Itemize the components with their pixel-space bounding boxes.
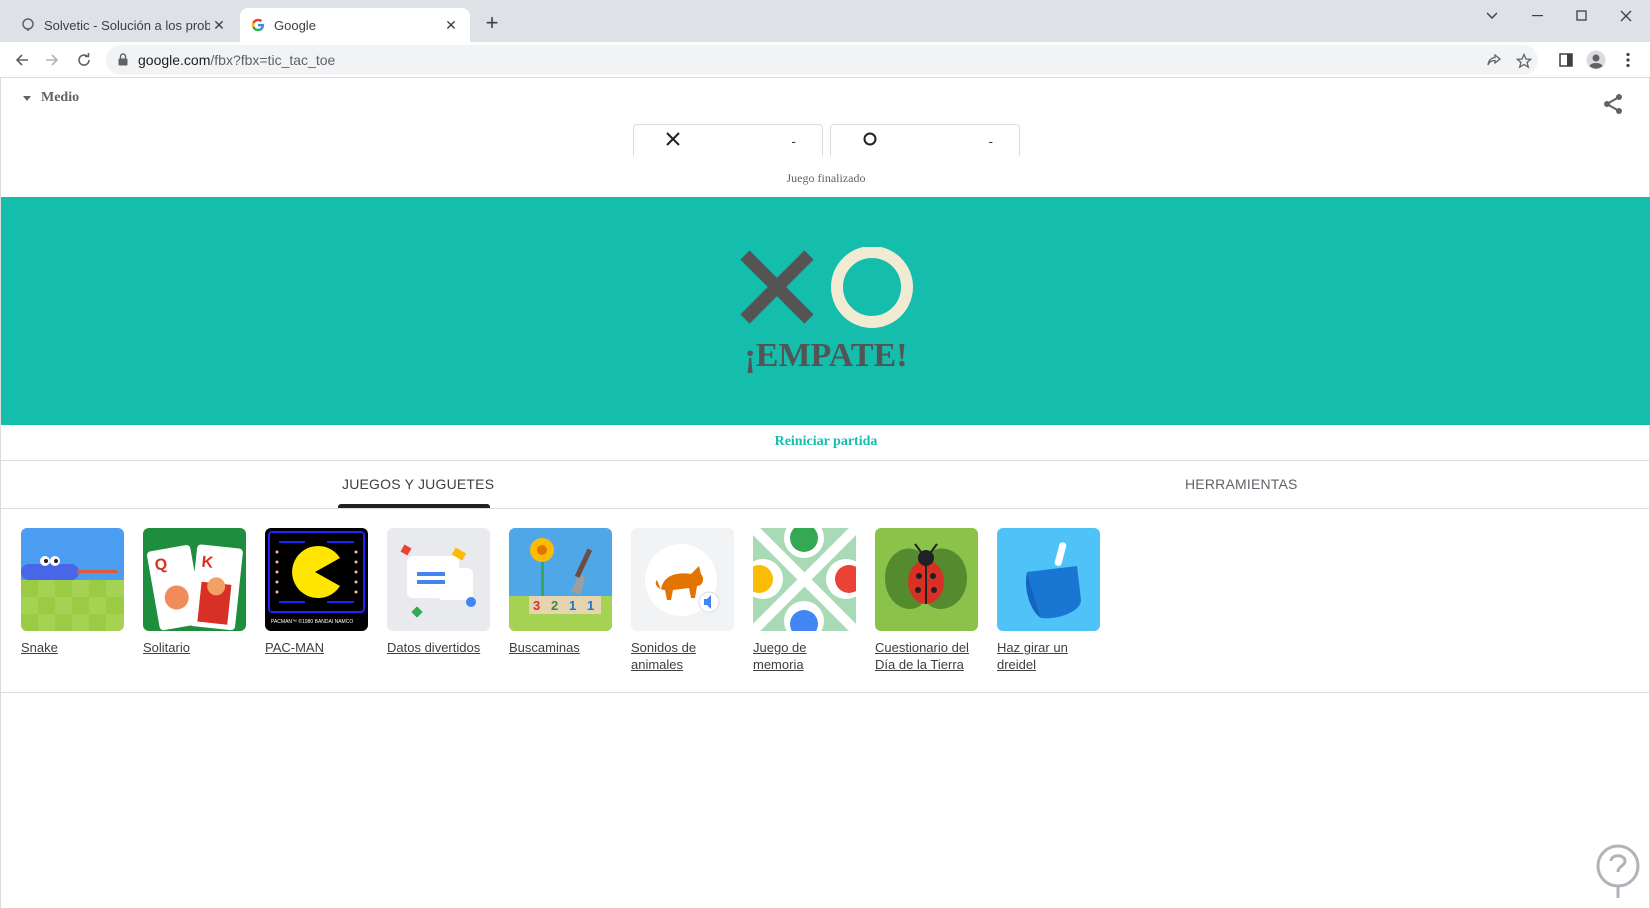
game-label[interactable]: Solitario: [143, 639, 247, 656]
player-x-score: -: [791, 133, 796, 149]
snake-thumbnail[interactable]: [21, 528, 124, 631]
close-icon[interactable]: ✕: [442, 16, 460, 34]
maximize-icon[interactable]: [1560, 4, 1604, 28]
xo-result-icon: [740, 247, 913, 328]
back-arrow-icon[interactable]: [10, 48, 34, 72]
divider: [1, 460, 1650, 461]
caret-down-icon: [23, 95, 31, 101]
share-icon[interactable]: [1601, 92, 1625, 116]
share-page-icon[interactable]: [1484, 51, 1504, 71]
tab-games-and-toys[interactable]: JUEGOS Y JUGUETES: [342, 476, 494, 492]
game-label[interactable]: Sonidos de animales: [631, 639, 735, 673]
google-favicon-icon: [250, 17, 266, 33]
browser-titlebar: Solvetic - Solución a los problem ✕ Goog…: [0, 0, 1650, 42]
o-mark-icon: [861, 130, 879, 148]
animal-sounds-thumbnail[interactable]: [631, 528, 734, 631]
solitaire-thumbnail[interactable]: Q K: [143, 528, 246, 631]
minimize-icon[interactable]: [1516, 4, 1560, 28]
memory-game-thumbnail[interactable]: [753, 528, 856, 631]
side-panel-icon[interactable]: [1554, 48, 1578, 72]
result-banner: ¡EMPATE!: [1, 197, 1650, 425]
tab-title: Solvetic - Solución a los problem: [44, 17, 210, 33]
game-label[interactable]: PAC-MAN: [265, 639, 369, 656]
fun-facts-thumbnail[interactable]: [387, 528, 490, 631]
x-mark-icon: [664, 130, 682, 148]
game-tile-minesweeper[interactable]: 3 2 1 1 Buscaminas: [509, 528, 613, 656]
player-x-score-card: -: [633, 124, 823, 156]
tab-google[interactable]: Google ✕: [240, 8, 470, 42]
game-tile-dreidel[interactable]: Haz girar un dreidel: [997, 528, 1101, 673]
url-path: /fbx?fbx=tic_tac_toe: [210, 52, 336, 68]
tab-solvetic[interactable]: Solvetic - Solución a los problem ✕: [10, 8, 238, 42]
bookmark-star-icon[interactable]: [1514, 51, 1534, 71]
reload-icon[interactable]: [72, 48, 96, 72]
new-tab-button[interactable]: +: [480, 12, 504, 36]
game-status: Juego finalizado: [786, 171, 866, 185]
profile-avatar-icon[interactable]: [1584, 48, 1608, 72]
close-icon[interactable]: ✕: [210, 16, 228, 34]
forward-arrow-icon[interactable]: [40, 48, 64, 72]
lock-icon[interactable]: [118, 53, 128, 71]
minesweeper-thumbnail[interactable]: 3 2 1 1: [509, 528, 612, 631]
dreidel-thumbnail[interactable]: [997, 528, 1100, 631]
result-text: ¡EMPATE!: [744, 337, 908, 374]
solvetic-watermark-logo: [1594, 844, 1642, 900]
solvetic-favicon-icon: [20, 17, 36, 33]
restart-button[interactable]: Reiniciar partida: [1, 434, 1650, 450]
page-content: Medio - - Juego finalizado ¡EMPATE! Rein…: [0, 78, 1650, 908]
player-o-score-card: -: [830, 124, 1020, 156]
minesweeper-number: 3: [533, 598, 540, 613]
tab-tools[interactable]: HERRAMIENTAS: [1185, 476, 1298, 492]
tab-search-icon[interactable]: [1470, 4, 1514, 28]
url-host: google.com: [138, 52, 211, 68]
game-tile-pacman[interactable]: PACMAN™ ©1980 BANDAI NAMCO PAC-MAN: [265, 528, 369, 656]
game-label[interactable]: Cuestionario del Día de la Tierra: [875, 639, 979, 673]
game-tile-fun-facts[interactable]: Datos divertidos: [387, 528, 491, 656]
pacman-caption: PACMAN™ ©1980 BANDAI NAMCO: [271, 618, 353, 625]
game-label[interactable]: Snake: [21, 639, 125, 656]
game-label[interactable]: Haz girar un dreidel: [997, 639, 1101, 673]
divider: [1, 508, 1650, 509]
pacman-thumbnail[interactable]: PACMAN™ ©1980 BANDAI NAMCO: [265, 528, 368, 631]
player-o-score: -: [988, 133, 993, 149]
earth-day-quiz-thumbnail[interactable]: [875, 528, 978, 631]
tab-title: Google: [274, 17, 316, 33]
game-label[interactable]: Juego de memoria: [753, 639, 857, 673]
game-tile-solitaire[interactable]: Q K Solitario: [143, 528, 247, 656]
minesweeper-number: 1: [569, 598, 576, 613]
difficulty-label: Medio: [41, 90, 80, 105]
game-label[interactable]: Datos divertidos: [387, 639, 491, 656]
browser-toolbar: google.com/fbx?fbx=tic_tac_toe: [0, 42, 1650, 78]
url-text[interactable]: google.com/fbx?fbx=tic_tac_toe: [138, 52, 335, 68]
menu-kebab-icon[interactable]: [1616, 48, 1640, 72]
address-bar[interactable]: google.com/fbx?fbx=tic_tac_toe: [106, 45, 1538, 75]
game-tile-snake[interactable]: Snake: [21, 528, 125, 656]
game-tile-memory[interactable]: Juego de memoria: [753, 528, 857, 673]
minesweeper-number: 1: [587, 598, 594, 613]
svg-text:K: K: [201, 554, 215, 572]
difficulty-dropdown[interactable]: Medio: [23, 90, 79, 106]
game-tile-earth-day-quiz[interactable]: Cuestionario del Día de la Tierra: [875, 528, 979, 673]
close-window-icon[interactable]: [1604, 4, 1648, 28]
divider: [1, 692, 1650, 693]
minesweeper-number: 2: [551, 598, 558, 613]
game-tile-animal-sounds[interactable]: Sonidos de animales: [631, 528, 735, 673]
game-label[interactable]: Buscaminas: [509, 639, 613, 656]
